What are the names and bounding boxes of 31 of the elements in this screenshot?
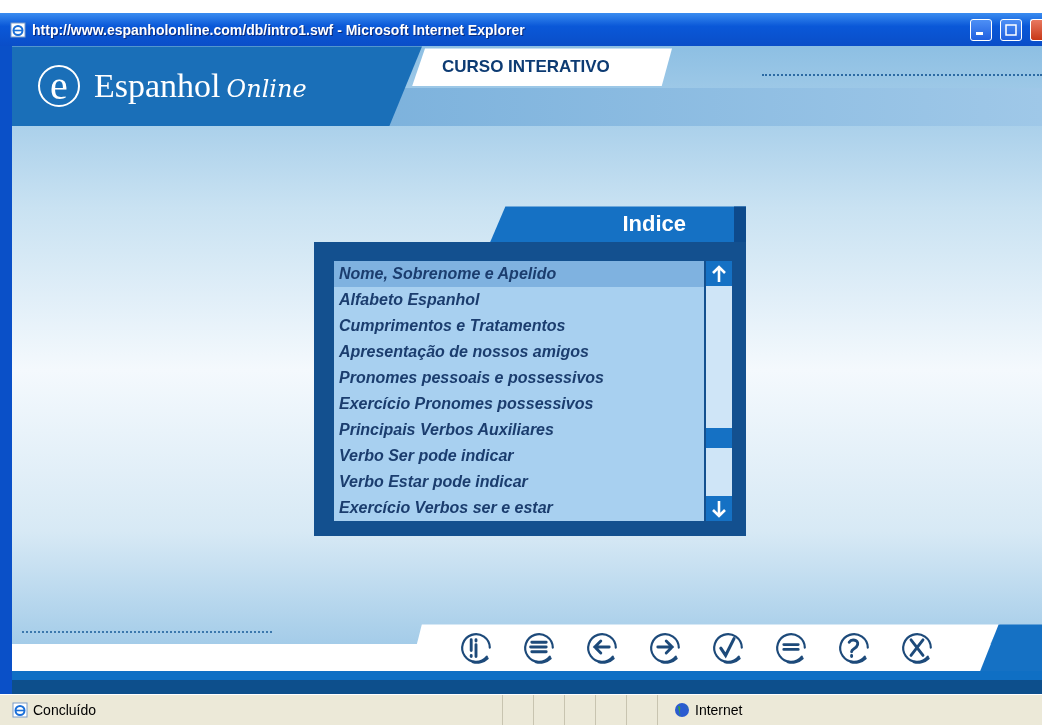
- panel-title: Indice: [490, 206, 746, 243]
- globe-icon: [674, 702, 690, 719]
- topic-item[interactable]: Apresentação de nossos amigos: [334, 339, 704, 366]
- logo-mark: e: [38, 65, 80, 108]
- topic-item[interactable]: Exercício Verbos ser e estar: [334, 495, 704, 522]
- logo-text: Espanhol: [94, 67, 221, 106]
- minimize-button[interactable]: [970, 18, 992, 41]
- up-arrow-icon: [711, 264, 727, 283]
- minimize-icon: [975, 32, 983, 36]
- scroll-up-button[interactable]: [706, 261, 732, 287]
- topic-item[interactable]: Principais Verbos Auxiliares: [334, 417, 704, 444]
- browser-icon: [10, 21, 26, 38]
- topic-item[interactable]: Verbo Estar pode indicar: [334, 469, 704, 496]
- window-title: http://www.espanholonline.com/db/intro1.swf - Microsoft Internet Explorer: [32, 21, 526, 38]
- topic-item[interactable]: Cumprimentos e Tratamentos: [334, 313, 704, 340]
- maximize-button[interactable]: [1000, 18, 1022, 41]
- topic-item[interactable]: Alfabeto Espanhol: [334, 287, 704, 314]
- down-arrow-icon: [711, 499, 727, 518]
- logo-script-text: Online: [226, 75, 307, 104]
- topic-item[interactable]: Nome, Sobrenome e Apelido: [334, 261, 704, 288]
- page-icon: [12, 702, 28, 719]
- topic-item[interactable]: Pronomes pessoais e possessivos: [334, 365, 704, 392]
- close-button[interactable]: [1030, 18, 1042, 41]
- zone-text: Internet: [695, 702, 743, 719]
- scroll-thumb[interactable]: [706, 428, 732, 449]
- scrollbar[interactable]: [706, 261, 732, 522]
- topic-item[interactable]: Exercício Pronomes possessivos: [334, 391, 704, 418]
- status-text: Concluído: [33, 702, 97, 719]
- topic-item[interactable]: Verbo Ser pode indicar: [334, 443, 704, 470]
- maximize-icon: [1005, 23, 1017, 36]
- scroll-down-button[interactable]: [706, 496, 732, 522]
